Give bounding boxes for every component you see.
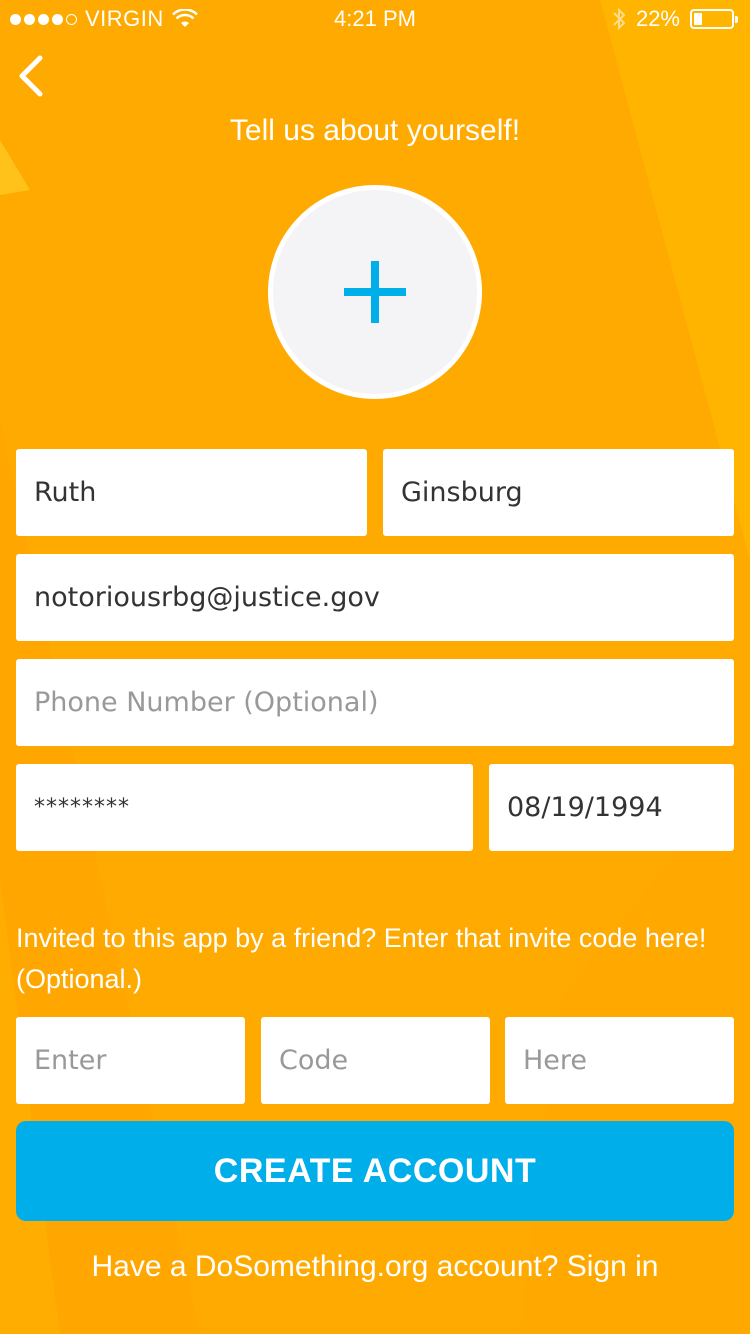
first-name-field[interactable]: Ruth <box>16 449 367 536</box>
invite-optional-note: (Optional.) <box>16 964 143 994</box>
chevron-left-icon <box>19 55 43 97</box>
back-button[interactable] <box>14 54 54 98</box>
invite-code-prompt: Invited to this app by a friend? Enter t… <box>16 918 736 1000</box>
password-field[interactable]: ******** <box>16 764 473 851</box>
battery-icon <box>690 9 738 29</box>
invite-code-field-3[interactable]: Here <box>505 1017 734 1104</box>
battery-percent: 22% <box>635 6 680 31</box>
status-bar: VIRGIN 4:21 PM 22% <box>0 0 750 40</box>
status-right: 22% <box>612 6 738 32</box>
battery-level-fill <box>694 13 702 25</box>
email-field[interactable]: notoriousrbg@justice.gov <box>16 554 734 641</box>
page-title: Tell us about yourself! <box>229 114 521 147</box>
last-name-field[interactable]: Ginsburg <box>383 449 734 536</box>
invite-code-field-2[interactable]: Code <box>261 1017 490 1104</box>
bluetooth-icon <box>613 7 626 31</box>
invite-prompt-line: Invited to this app by a friend? Enter t… <box>16 923 707 953</box>
sign-in-link[interactable]: Have a DoSomething.org account? Sign in <box>0 1250 750 1284</box>
plus-icon <box>344 261 406 323</box>
avatar-placeholder <box>273 190 477 394</box>
phone-number-field[interactable]: Phone Number (Optional) <box>16 659 734 746</box>
invite-code-field-1[interactable]: Enter <box>16 1017 245 1104</box>
create-account-button[interactable]: CREATE ACCOUNT <box>16 1121 734 1221</box>
birthday-field[interactable]: 08/19/1994 <box>489 764 734 851</box>
add-photo-button[interactable] <box>268 185 482 399</box>
